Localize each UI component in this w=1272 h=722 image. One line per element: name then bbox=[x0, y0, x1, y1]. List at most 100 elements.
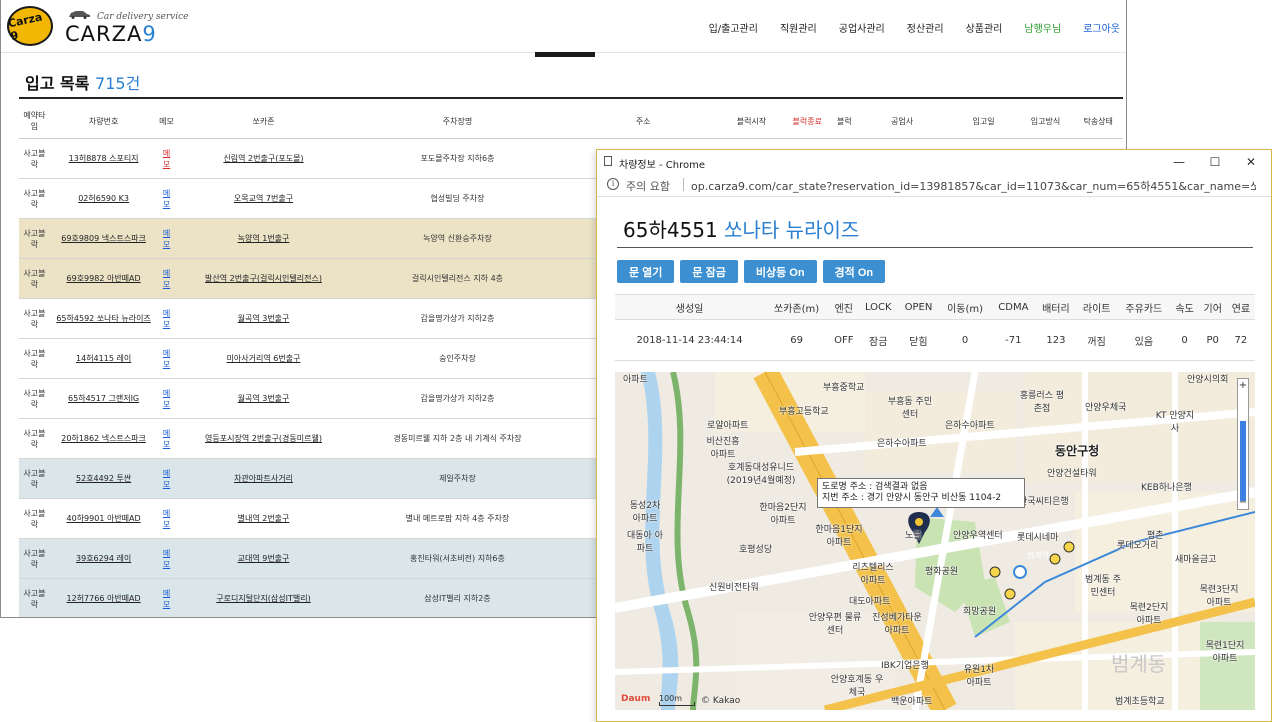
memo-link[interactable]: 메모 bbox=[162, 228, 172, 250]
zone-link[interactable]: 월곡역 3번출구 bbox=[238, 394, 290, 403]
zone-link[interactable]: 오목교역 7번출구 bbox=[234, 194, 293, 203]
map-scale-bar bbox=[659, 702, 695, 706]
cell-zone[interactable]: 발산역 2번출구(걸릭시인텔리전스) bbox=[175, 258, 352, 299]
maximize-icon[interactable]: ☐ bbox=[1197, 153, 1233, 171]
cell-plate[interactable]: 13허8878 스포티지 bbox=[49, 138, 158, 179]
address-bar[interactable]: i 주의 요함 op.carza9.com/car_state?reservat… bbox=[597, 174, 1271, 197]
map-view[interactable]: 아파트 부흥중학교 부흥고등학교 부흥동 주민센터 은하수아파트 은하수아파트 … bbox=[615, 372, 1255, 710]
cell-plate[interactable]: 12허7766 아반떼AD bbox=[49, 578, 158, 617]
cell-zone[interactable]: 차관아파트사거리 bbox=[175, 458, 352, 499]
zone-link[interactable]: 차관아파트사거리 bbox=[234, 474, 293, 483]
plate-link[interactable]: 13허8878 스포티지 bbox=[69, 154, 139, 163]
cell-memo[interactable]: 메모 bbox=[157, 418, 176, 459]
cell-zone[interactable]: 신림역 2번출구(포도몰) bbox=[175, 138, 352, 179]
cell-plate[interactable]: 14허4115 레이 bbox=[49, 338, 158, 379]
plate-link[interactable]: 52호4492 투싼 bbox=[76, 474, 131, 483]
nav-products[interactable]: 상품관리 bbox=[966, 20, 1003, 35]
cell-memo[interactable]: 메모 bbox=[157, 578, 176, 617]
url-text[interactable]: op.carza9.com/car_state?reservation_id=1… bbox=[691, 178, 1256, 194]
zone-link[interactable]: 미아사거리역 6번출구 bbox=[227, 354, 301, 363]
cell-zone[interactable]: 오목교역 7번출구 bbox=[175, 178, 352, 219]
zone-link[interactable]: 월곡역 3번출구 bbox=[238, 314, 290, 323]
zoom-out-icon[interactable]: − bbox=[1238, 497, 1248, 509]
memo-link[interactable]: 메모 bbox=[162, 468, 172, 490]
cell-memo[interactable]: 메모 bbox=[157, 338, 176, 379]
horn-button[interactable]: 경적 On bbox=[822, 260, 886, 283]
cell-memo[interactable]: 메모 bbox=[157, 298, 176, 339]
brand-name[interactable]: CARZA9 bbox=[65, 22, 157, 46]
zone-link[interactable]: 신림역 2번출구(포도몰) bbox=[223, 154, 303, 163]
cell-memo[interactable]: 메모 bbox=[157, 458, 176, 499]
cell-memo[interactable]: 메모 bbox=[157, 138, 176, 179]
memo-link[interactable]: 메모 bbox=[162, 588, 172, 610]
cell-plate[interactable]: 65하4517 그랜저IG bbox=[49, 378, 158, 419]
cell-memo[interactable]: 메모 bbox=[157, 538, 176, 579]
cell-plate[interactable]: 65하4592 쏘나타 뉴라이즈 bbox=[49, 298, 158, 339]
minimize-icon[interactable]: — bbox=[1161, 153, 1197, 171]
zone-link[interactable]: 영등포시장역 2번출구(경동미르웰) bbox=[205, 434, 322, 443]
cell-memo[interactable]: 메모 bbox=[157, 218, 176, 259]
cell-plate[interactable]: 69호9982 아반떼AD bbox=[49, 258, 158, 299]
logout-link[interactable]: 로그아웃 bbox=[1083, 20, 1120, 35]
close-icon[interactable]: ✕ bbox=[1233, 153, 1269, 171]
security-warning[interactable]: 주의 요함 bbox=[626, 178, 670, 194]
plate-link[interactable]: 39호6294 레이 bbox=[76, 554, 131, 563]
memo-link[interactable]: 메모 bbox=[162, 388, 172, 410]
plate-link[interactable]: 12허7766 아반떼AD bbox=[67, 594, 141, 603]
zoom-in-icon[interactable]: + bbox=[1238, 380, 1248, 392]
cell-zone[interactable]: 월곡역 3번출구 bbox=[175, 298, 352, 339]
zone-link[interactable]: 녹양역 1번출구 bbox=[238, 234, 290, 243]
cell-plate[interactable]: 39호6294 레이 bbox=[49, 538, 158, 579]
plate-link[interactable]: 65하4592 쏘나타 뉴라이즈 bbox=[56, 314, 151, 323]
cell-zone[interactable]: 교대역 9번출구 bbox=[175, 538, 352, 579]
door-open-button[interactable]: 문 열기 bbox=[617, 260, 675, 283]
logo-badge[interactable]: Carza 9 bbox=[7, 6, 53, 46]
memo-link[interactable]: 메모 bbox=[162, 148, 172, 170]
memo-link[interactable]: 메모 bbox=[162, 268, 172, 290]
zone-link[interactable]: 별내역 2번출구 bbox=[238, 514, 290, 523]
memo-link[interactable]: 메모 bbox=[162, 508, 172, 530]
zoom-slider[interactable] bbox=[1240, 421, 1246, 501]
memo-link[interactable]: 메모 bbox=[162, 548, 172, 570]
cell-zone[interactable]: 미아사거리역 6번출구 bbox=[175, 338, 352, 379]
cell-zone[interactable]: 별내역 2번출구 bbox=[175, 498, 352, 539]
zoom-control[interactable]: + − bbox=[1237, 378, 1249, 510]
plate-link[interactable]: 02허6590 K3 bbox=[78, 194, 129, 203]
cell-memo[interactable]: 메모 bbox=[157, 178, 176, 219]
plate-link[interactable]: 69호9982 아반떼AD bbox=[67, 274, 141, 283]
nav-garage[interactable]: 공업사관리 bbox=[839, 20, 885, 35]
zone-link[interactable]: 구로디지털단지(삼성IT밸리) bbox=[216, 594, 310, 603]
plate-link[interactable]: 40하9901 아반떼AD bbox=[67, 514, 141, 523]
zone-link[interactable]: 발산역 2번출구(걸릭시인텔리전스) bbox=[205, 274, 322, 283]
cell-zone[interactable]: 월곡역 3번출구 bbox=[175, 378, 352, 419]
cell-memo[interactable]: 메모 bbox=[157, 258, 176, 299]
cell-zone[interactable]: 구로디지털단지(삼성IT밸리) bbox=[175, 578, 352, 617]
memo-link[interactable]: 메모 bbox=[162, 188, 172, 210]
search-button-stub[interactable] bbox=[535, 52, 595, 57]
status-value: P0 bbox=[1198, 319, 1227, 361]
cell-memo[interactable]: 메모 bbox=[157, 378, 176, 419]
cell-zone[interactable]: 녹양역 1번출구 bbox=[175, 218, 352, 259]
cell-plate[interactable]: 02허6590 K3 bbox=[49, 178, 158, 219]
info-icon[interactable]: i bbox=[607, 178, 619, 190]
memo-link[interactable]: 메모 bbox=[162, 428, 172, 450]
cell-plate[interactable]: 20하1862 넥스트스파크 bbox=[49, 418, 158, 459]
plate-link[interactable]: 69호9809 넥스트스파크 bbox=[61, 234, 146, 243]
door-lock-button[interactable]: 문 잠금 bbox=[680, 260, 738, 283]
cell-memo[interactable]: 메모 bbox=[157, 498, 176, 539]
cell-plate[interactable]: 69호9809 넥스트스파크 bbox=[49, 218, 158, 259]
plate-link[interactable]: 65하4517 그랜저IG bbox=[68, 394, 139, 403]
memo-link[interactable]: 메모 bbox=[162, 348, 172, 370]
plate-link[interactable]: 14허4115 레이 bbox=[76, 354, 131, 363]
nav-inout[interactable]: 입/출고관리 bbox=[709, 20, 758, 35]
map-label: 목련2단지 아파트 bbox=[1129, 603, 1169, 626]
cell-plate[interactable]: 52호4492 투싼 bbox=[49, 458, 158, 499]
memo-link[interactable]: 메모 bbox=[162, 308, 172, 330]
nav-settlement[interactable]: 정산관리 bbox=[907, 20, 944, 35]
cell-plate[interactable]: 40하9901 아반떼AD bbox=[49, 498, 158, 539]
zone-link[interactable]: 교대역 9번출구 bbox=[238, 554, 290, 563]
plate-link[interactable]: 20하1862 넥스트스파크 bbox=[61, 434, 146, 443]
hazard-light-button[interactable]: 비상등 On bbox=[743, 260, 817, 283]
cell-zone[interactable]: 영등포시장역 2번출구(경동미르웰) bbox=[175, 418, 352, 459]
nav-staff[interactable]: 직원관리 bbox=[780, 20, 817, 35]
